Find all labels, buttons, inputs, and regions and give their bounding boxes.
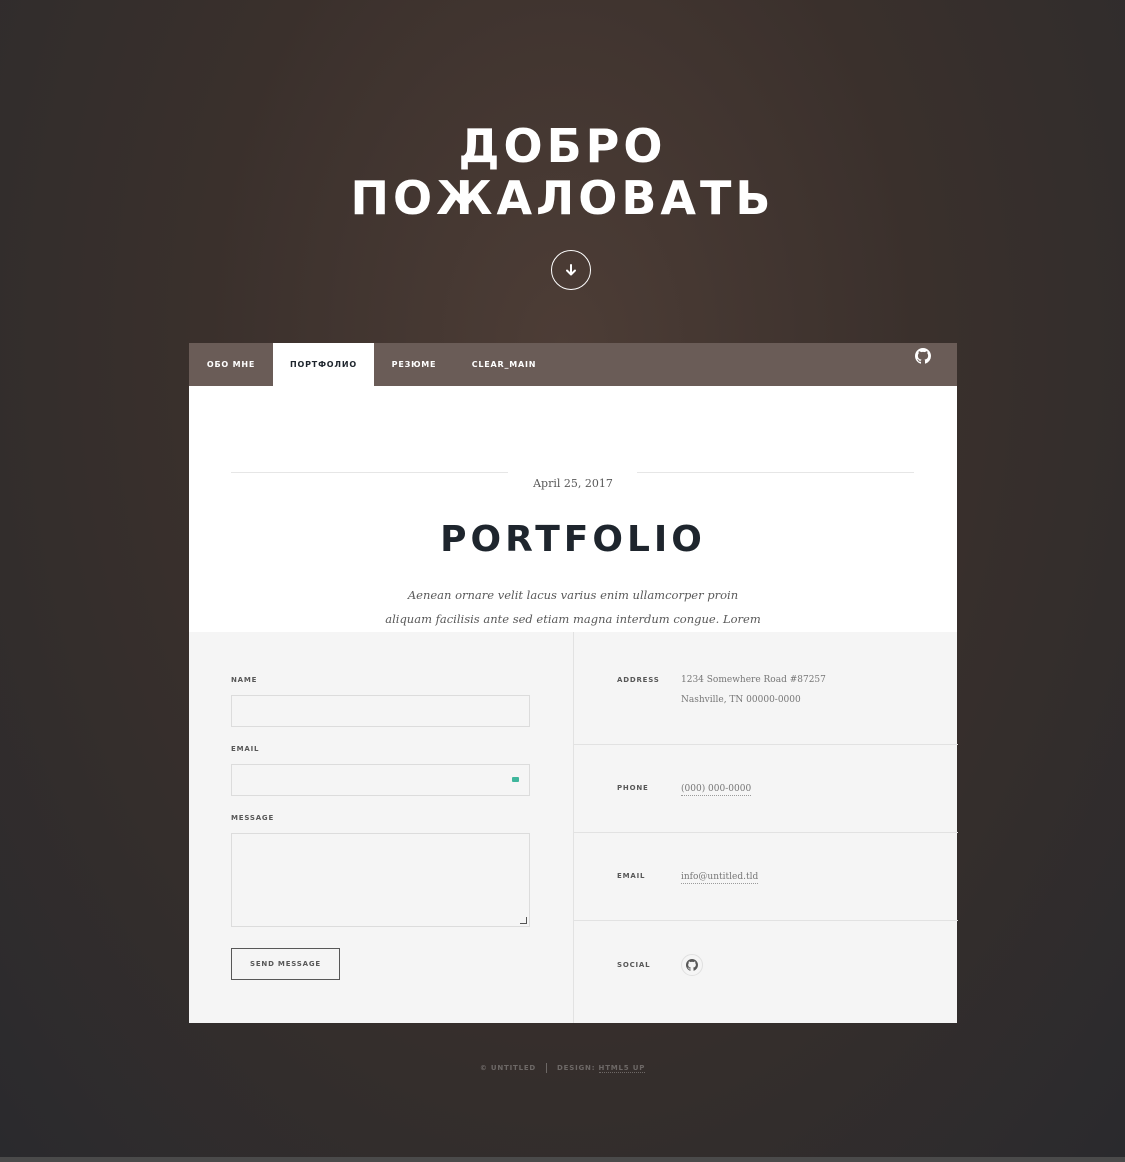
arrow-down-icon <box>566 264 576 276</box>
design-credit-prefix: DESIGN: <box>557 1064 596 1072</box>
send-message-button[interactable]: SEND MESSAGE <box>231 948 340 980</box>
site-footer: © UNTITLED DESIGN: HTML5 UP <box>0 1063 1125 1073</box>
date-rule-left <box>231 472 508 473</box>
contact-row-social: SOCIAL <box>574 921 958 1023</box>
email-label: EMAIL <box>231 745 260 753</box>
intro-title: ДОБРО ПОЖАЛОВАТЬ <box>0 120 1125 224</box>
message-field[interactable] <box>231 833 530 927</box>
autofill-icon[interactable] <box>512 777 519 782</box>
contact-info: ADDRESS 1234 Somewhere Road #87257 Nashv… <box>573 632 958 1023</box>
contact-row-address: ADDRESS 1234 Somewhere Road #87257 Nashv… <box>574 632 958 745</box>
message-label: MESSAGE <box>231 814 275 822</box>
github-icon[interactable] <box>915 348 931 364</box>
name-label: NAME <box>231 676 258 684</box>
post-date: April 25, 2017 <box>533 477 613 490</box>
social-label: SOCIAL <box>617 961 651 969</box>
address-line1: 1234 Somewhere Road #87257 <box>681 675 826 685</box>
address-label: ADDRESS <box>617 676 660 684</box>
nav-item-clear-main[interactable]: CLEAR_MAIN <box>454 343 554 386</box>
nav-item-resume[interactable]: РЕЗЮМЕ <box>374 343 454 386</box>
nav-item-portfolio[interactable]: ПОРТФОЛИО <box>273 343 374 386</box>
contact-row-phone: PHONE (000) 000-0000 <box>574 745 958 833</box>
contact-row-email: EMAIL info@untitled.tld <box>574 833 958 921</box>
contact-form: NAME EMAIL MESSAGE SEND MESSAGE <box>189 632 573 1023</box>
github-icon <box>686 959 698 971</box>
name-field[interactable] <box>231 695 530 727</box>
bottom-strip <box>0 1157 1125 1162</box>
phone-link[interactable]: (000) 000-0000 <box>681 783 752 796</box>
date-rule-right <box>637 472 914 473</box>
intro: ДОБРО ПОЖАЛОВАТЬ <box>0 120 1125 290</box>
copyright-text: © UNTITLED <box>479 1064 537 1072</box>
nav-item-about[interactable]: ОБО МНЕ <box>189 343 273 386</box>
footer-divider <box>546 1063 548 1073</box>
main-panel: ОБО МНЕ ПОРТФОЛИО РЕЗЮМЕ CLEAR_MAIN Apri… <box>189 343 958 1023</box>
address-line2: Nashville, TN 00000-0000 <box>681 695 801 705</box>
intro-title-line1: ДОБРО <box>458 119 667 173</box>
resize-handle-icon[interactable] <box>520 917 527 924</box>
post-header: April 25, 2017 PORTFOLIO Aenean ornare v… <box>189 386 957 649</box>
intro-title-line2: ПОЖАЛОВАТЬ <box>350 171 775 225</box>
scroll-down-button[interactable] <box>551 250 591 290</box>
email-contact-label: EMAIL <box>617 872 646 880</box>
phone-label: PHONE <box>617 784 649 792</box>
page-title: PORTFOLIO <box>440 519 706 560</box>
design-credit-link[interactable]: HTML5 UP <box>598 1064 646 1073</box>
email-link[interactable]: info@untitled.tld <box>681 871 759 884</box>
social-github-button[interactable] <box>681 954 703 976</box>
email-field[interactable] <box>231 764 530 796</box>
main-nav: ОБО МНЕ ПОРТФОЛИО РЕЗЮМЕ CLEAR_MAIN <box>189 343 957 386</box>
